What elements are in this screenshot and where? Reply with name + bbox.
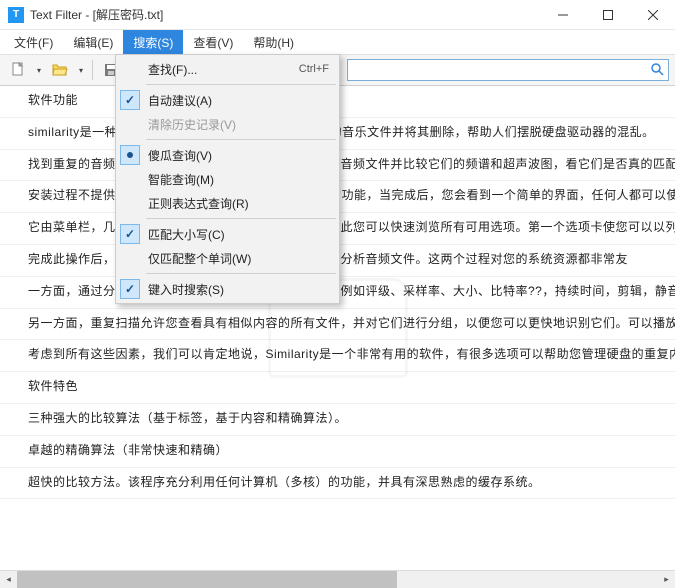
text-line: 另一方面，重复扫描允许您查看具有相似内容的所有文件，并对它们进行分组，以便您可以… (0, 309, 675, 341)
menu-search-on-type-label: 键入时搜索(S) (148, 281, 329, 298)
menu-regex-query[interactable]: 正则表达式查询(R) (118, 191, 337, 215)
menu-help[interactable]: 帮助(H) (243, 30, 304, 54)
scroll-left-button[interactable]: ◂ (0, 571, 17, 588)
menu-clear-history-label: 清除历史记录(V) (148, 116, 329, 133)
new-file-dropdown[interactable]: ▾ (34, 66, 44, 75)
open-folder-icon (52, 62, 68, 78)
menu-smart-query-label: 智能查询(M) (148, 171, 329, 188)
check-icon: ✓ (120, 90, 140, 110)
menu-separator (146, 218, 336, 219)
toolbar-separator (92, 60, 93, 80)
open-file-button[interactable] (48, 58, 72, 82)
menu-separator (146, 273, 336, 274)
scroll-track[interactable] (17, 571, 658, 588)
text-line: 考虑到所有这些因素，我们可以肯定地说，Similarity是一个非常有用的软件，… (0, 340, 675, 372)
menu-regex-query-label: 正则表达式查询(R) (148, 195, 329, 212)
check-icon: ✓ (120, 224, 140, 244)
menu-match-case-label: 匹配大小写(C) (148, 226, 329, 243)
menu-find[interactable]: 查找(F)... Ctrl+F (118, 57, 337, 81)
search-input[interactable] (352, 63, 650, 77)
menu-separator (146, 84, 336, 85)
search-menu-dropdown: 查找(F)... Ctrl+F ✓ 自动建议(A) 清除历史记录(V) 傻瓜查询… (115, 54, 340, 304)
menu-dumb-query-label: 傻瓜查询(V) (148, 147, 329, 164)
scroll-right-button[interactable]: ▸ (658, 571, 675, 588)
menu-search[interactable]: 搜索(S) (123, 30, 183, 54)
search-box[interactable] (347, 59, 669, 81)
scroll-thumb[interactable] (17, 571, 397, 588)
minimize-button[interactable] (540, 0, 585, 30)
text-line: 卓越的精确算法（非常快速和精确） (0, 436, 675, 468)
horizontal-scrollbar[interactable]: ◂ ▸ (0, 570, 675, 587)
app-icon: T (8, 7, 24, 23)
menu-file[interactable]: 文件(F) (4, 30, 63, 54)
search-icon[interactable] (650, 62, 664, 79)
menu-separator (146, 139, 336, 140)
menu-find-label: 查找(F)... (148, 61, 299, 78)
close-button[interactable] (630, 0, 675, 30)
menu-clear-history: 清除历史记录(V) (118, 112, 337, 136)
menu-autosuggest[interactable]: ✓ 自动建议(A) (118, 88, 337, 112)
menu-whole-word-label: 仅匹配整个单词(W) (148, 250, 329, 267)
menu-edit[interactable]: 编辑(E) (63, 30, 123, 54)
menu-search-on-type[interactable]: ✓ 键入时搜索(S) (118, 277, 337, 301)
text-line: 软件特色 (0, 372, 675, 404)
new-file-button[interactable] (6, 58, 30, 82)
menu-view[interactable]: 查看(V) (183, 30, 243, 54)
menu-smart-query[interactable]: 智能查询(M) (118, 167, 337, 191)
window-title: Text Filter - [解压密码.txt] (30, 6, 540, 23)
text-line: 超快的比较方法。该程序充分利用任何计算机（多核）的功能，并具有深思熟虑的缓存系统… (0, 468, 675, 500)
menu-find-shortcut: Ctrl+F (299, 63, 329, 75)
text-line: 三种强大的比较算法（基于标签，基于内容和精确算法）。 (0, 404, 675, 436)
check-icon: ✓ (120, 279, 140, 299)
menu-autosuggest-label: 自动建议(A) (148, 92, 329, 109)
menu-whole-word[interactable]: 仅匹配整个单词(W) (118, 246, 337, 270)
bullet-icon (120, 145, 140, 165)
title-bar: T Text Filter - [解压密码.txt] (0, 0, 675, 30)
menu-match-case[interactable]: ✓ 匹配大小写(C) (118, 222, 337, 246)
menu-dumb-query[interactable]: 傻瓜查询(V) (118, 143, 337, 167)
maximize-button[interactable] (585, 0, 630, 30)
open-file-dropdown[interactable]: ▾ (76, 66, 86, 75)
menu-bar: 文件(F) 编辑(E) 搜索(S) 查看(V) 帮助(H) (0, 30, 675, 54)
new-file-icon (10, 62, 26, 78)
